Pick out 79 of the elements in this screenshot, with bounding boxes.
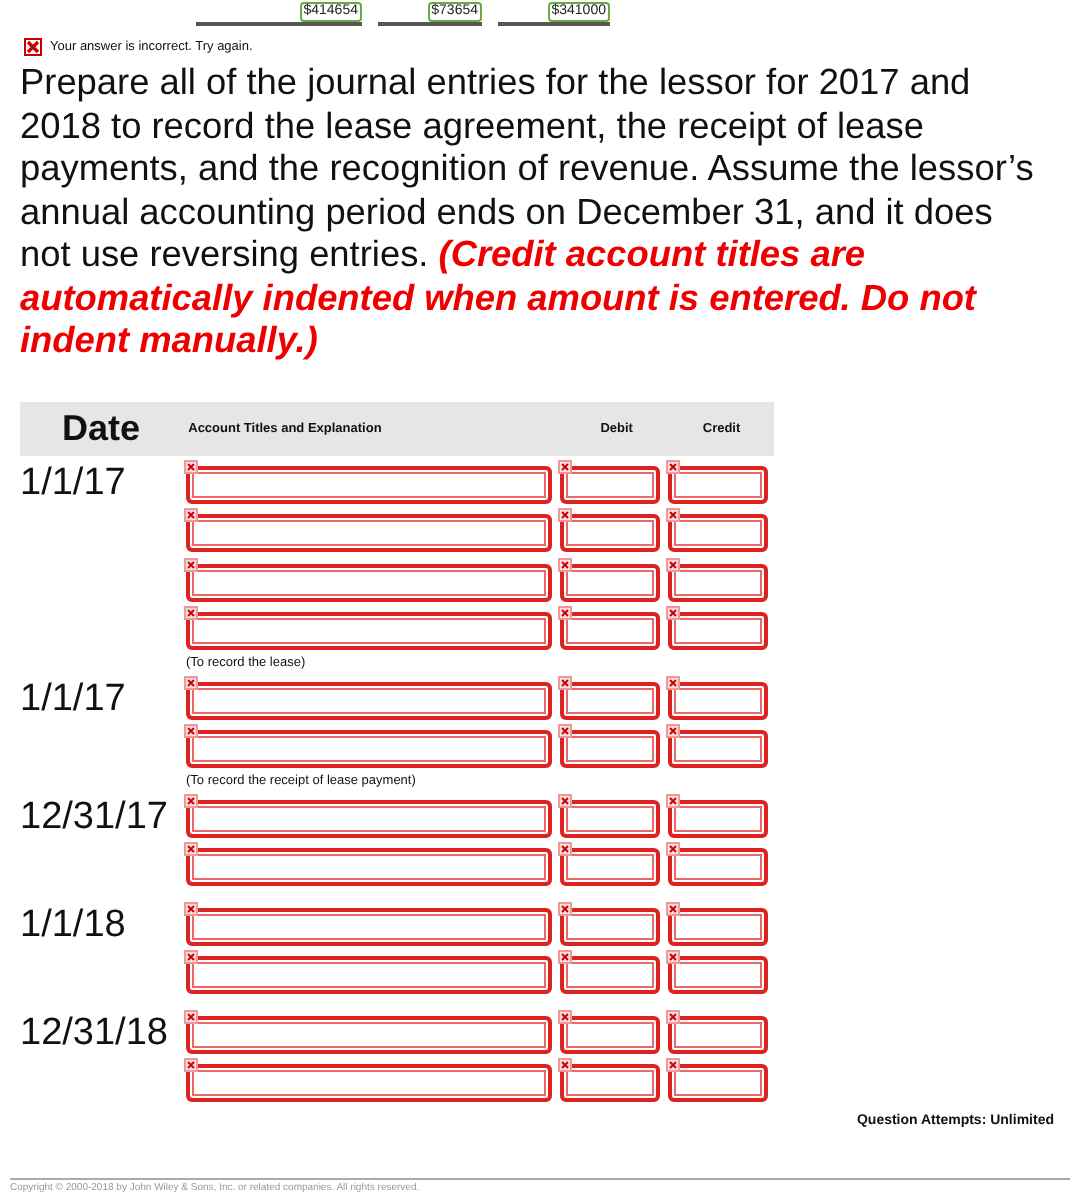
entry-date: 1/1/17 bbox=[20, 677, 126, 719]
error-icon bbox=[184, 1058, 198, 1072]
input-field[interactable] bbox=[668, 956, 768, 994]
input-field[interactable] bbox=[560, 956, 660, 994]
input-field[interactable] bbox=[560, 465, 660, 503]
input-field[interactable] bbox=[186, 799, 552, 837]
error-icon bbox=[558, 508, 572, 522]
error-icon bbox=[184, 842, 198, 856]
entry-date: 1/1/17 bbox=[20, 461, 126, 503]
error-icon bbox=[666, 557, 680, 571]
error-icon bbox=[666, 675, 680, 689]
error-icon bbox=[184, 557, 198, 571]
error-icon bbox=[558, 557, 572, 571]
error-icon bbox=[666, 842, 680, 856]
error-icon bbox=[558, 901, 572, 915]
input-field[interactable] bbox=[186, 1015, 552, 1053]
input-field[interactable] bbox=[560, 514, 660, 552]
entry-date: 12/31/18 bbox=[20, 1011, 168, 1053]
input-field[interactable] bbox=[560, 681, 660, 719]
input-field[interactable] bbox=[668, 563, 768, 601]
input-field[interactable] bbox=[560, 1015, 660, 1053]
error-icon bbox=[666, 606, 680, 620]
error-icon bbox=[184, 508, 198, 522]
input-field[interactable] bbox=[186, 907, 552, 945]
input-field[interactable] bbox=[186, 465, 552, 503]
input-field[interactable] bbox=[560, 730, 660, 768]
error-icon bbox=[184, 793, 198, 807]
instructions-text: Prepare all of the journal entries for the lessor for 2017 and 2018 to record the lease agreement, the receipt of lease payments, and the recognition of revenue. Assume the lessor’s annual accounting period ends on December 31, and it does not use reversing entries. (Credit account titles are automatically indented when amount is entered. Do not indent manually.) bbox=[20, 62, 1036, 363]
error-icon bbox=[184, 459, 198, 473]
error-icon bbox=[558, 724, 572, 738]
error-icon bbox=[184, 950, 198, 964]
error-icon bbox=[666, 508, 680, 522]
input-field[interactable] bbox=[668, 1064, 768, 1102]
input-field[interactable] bbox=[668, 848, 768, 886]
error-icon bbox=[666, 459, 680, 473]
input-field[interactable] bbox=[668, 799, 768, 837]
input-field[interactable] bbox=[560, 799, 660, 837]
error-icon bbox=[666, 724, 680, 738]
input-field[interactable] bbox=[186, 612, 552, 650]
column-header: Date bbox=[60, 407, 143, 449]
error-icon bbox=[666, 950, 680, 964]
error-icon bbox=[184, 606, 198, 620]
error-icon bbox=[558, 793, 572, 807]
error-icon bbox=[184, 724, 198, 738]
entry-date: 1/1/18 bbox=[20, 903, 126, 945]
input-field[interactable] bbox=[186, 848, 552, 886]
error-icon bbox=[558, 1058, 572, 1072]
input-field[interactable] bbox=[668, 514, 768, 552]
error-icon bbox=[558, 1009, 572, 1023]
error-icon bbox=[666, 793, 680, 807]
input-field[interactable] bbox=[186, 730, 552, 768]
input-field[interactable] bbox=[560, 907, 660, 945]
input-field[interactable] bbox=[668, 1015, 768, 1053]
input-field[interactable] bbox=[668, 465, 768, 503]
input-field[interactable] bbox=[560, 612, 660, 650]
input-field[interactable] bbox=[560, 563, 660, 601]
input-field[interactable] bbox=[186, 956, 552, 994]
error-icon bbox=[558, 606, 572, 620]
input-field[interactable] bbox=[186, 514, 552, 552]
input-field[interactable] bbox=[560, 1064, 660, 1102]
input-field[interactable] bbox=[668, 730, 768, 768]
entry-date: 12/31/17 bbox=[20, 795, 168, 837]
error-icon bbox=[558, 842, 572, 856]
input-field[interactable] bbox=[668, 612, 768, 650]
input-field[interactable] bbox=[186, 1064, 552, 1102]
error-icon bbox=[666, 1009, 680, 1023]
input-field[interactable] bbox=[668, 681, 768, 719]
error-icon bbox=[666, 1058, 680, 1072]
input-field[interactable] bbox=[186, 563, 552, 601]
error-icon bbox=[558, 950, 572, 964]
error-icon bbox=[558, 675, 572, 689]
error-icon bbox=[184, 901, 198, 915]
error-icon bbox=[184, 1009, 198, 1023]
error-icon bbox=[666, 901, 680, 915]
error-icon bbox=[184, 675, 198, 689]
input-field[interactable] bbox=[560, 848, 660, 886]
input-field[interactable] bbox=[186, 681, 552, 719]
input-field[interactable] bbox=[668, 907, 768, 945]
error-icon bbox=[558, 459, 572, 473]
